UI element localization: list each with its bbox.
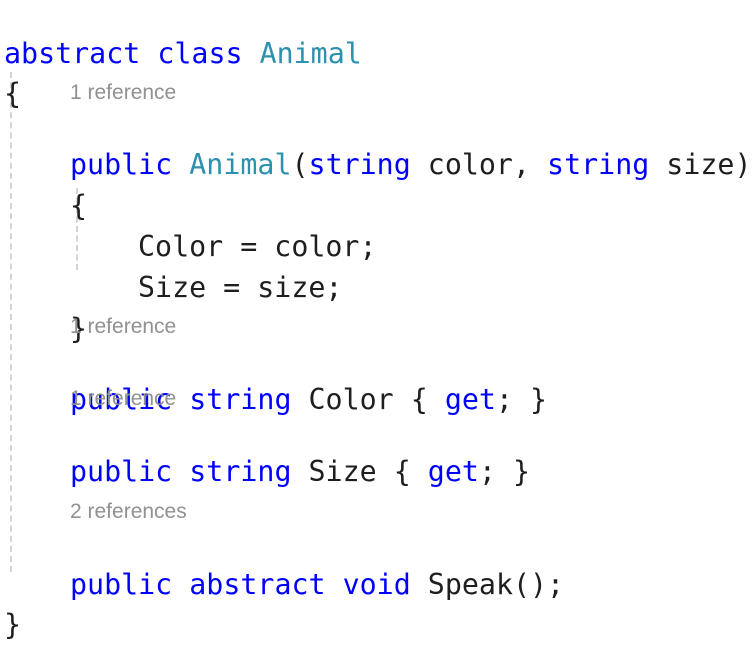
constructor-name[interactable]: Animal: [189, 148, 291, 181]
codelens-speak-references[interactable]: 2 references: [70, 499, 187, 525]
keyword-public: public: [70, 455, 173, 488]
code-line-assign-color[interactable]: Color = color;: [138, 187, 377, 263]
code-line-constructor-open-brace[interactable]: {: [70, 146, 87, 222]
indent-guide-class: [10, 72, 12, 572]
param-color-name: color,: [410, 148, 548, 181]
property-size-name[interactable]: Size {: [291, 455, 427, 488]
property-size-tail: ; }: [478, 455, 530, 488]
param-size-name: size): [649, 148, 752, 181]
class-open-brace: {: [4, 77, 22, 110]
keyword-class: class: [157, 37, 243, 70]
code-line-class-open-brace[interactable]: {: [4, 34, 21, 110]
code-line-class-declaration[interactable]: abstract class Animal: [4, 0, 362, 70]
code-line-assign-size[interactable]: Size = size;: [138, 228, 342, 304]
code-line-property-size[interactable]: public string Size { get; }: [70, 412, 530, 488]
code-line-property-color[interactable]: public string Color { get; }: [70, 340, 547, 416]
keyword-public: public: [70, 568, 173, 601]
code-line-class-close-brace[interactable]: }: [4, 565, 21, 641]
keyword-abstract: abstract: [4, 37, 141, 70]
method-speak-signature[interactable]: Speak();: [411, 568, 564, 601]
code-line-constructor-close-brace[interactable]: }: [70, 269, 87, 345]
codelens-color-references[interactable]: 1 reference: [70, 314, 176, 340]
param-size-type: string: [547, 148, 650, 181]
class-close-brace: }: [4, 608, 22, 641]
codelens-size-references[interactable]: 1 reference: [70, 386, 176, 412]
keyword-string: string: [189, 455, 292, 488]
paren-open: (: [291, 148, 309, 181]
keyword-void: void: [342, 568, 411, 601]
keyword-abstract: abstract: [189, 568, 326, 601]
code-line-method-speak[interactable]: public abstract void Speak();: [70, 525, 564, 601]
statement-assign-size: Size = size;: [138, 271, 343, 304]
param-color-type: string: [308, 148, 411, 181]
constructor-open-brace: {: [70, 189, 88, 222]
class-name[interactable]: Animal: [260, 37, 362, 70]
keyword-get: get: [427, 455, 479, 488]
code-line-constructor-signature[interactable]: public Animal(string color, string size): [70, 105, 751, 181]
codelens-constructor-references[interactable]: 1 reference: [70, 80, 176, 106]
